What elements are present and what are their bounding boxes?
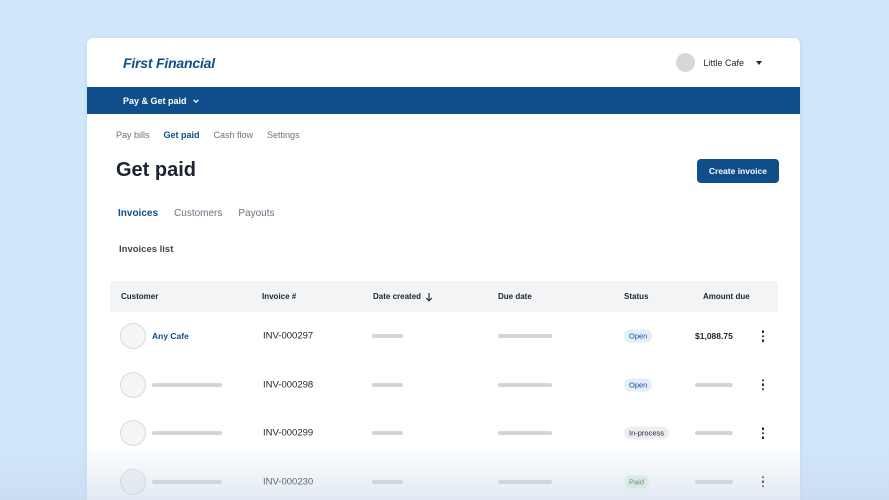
due-date-placeholder xyxy=(498,382,552,387)
date-created-placeholder xyxy=(372,479,403,484)
subnav-settings[interactable]: Settings xyxy=(267,130,300,142)
customer-name-placeholder xyxy=(152,479,222,484)
column-due-date[interactable]: Due date xyxy=(498,292,532,301)
page-title: Get paid xyxy=(116,159,197,181)
status-badge: Open xyxy=(624,329,653,343)
status-badge: Paid xyxy=(624,475,650,489)
sub-navigation: Pay bills Get paid Cash flow Settings xyxy=(87,130,800,142)
date-created-placeholder xyxy=(372,382,403,387)
tab-invoices[interactable]: Invoices xyxy=(118,208,158,226)
user-name: Little Cafe xyxy=(703,57,744,68)
date-created-placeholder xyxy=(372,431,403,436)
table-header: Customer Invoice # Date created Due date… xyxy=(110,281,778,312)
chevron-down-icon xyxy=(192,98,199,103)
subnav-pay-bills[interactable]: Pay bills xyxy=(116,130,150,142)
amount-placeholder xyxy=(695,431,733,436)
table-row[interactable]: Any Cafe INV-000297 Open $1,088.75 xyxy=(110,312,778,361)
subnav-get-paid[interactable]: Get paid xyxy=(164,130,200,142)
tab-payouts[interactable]: Payouts xyxy=(238,208,274,226)
customer-name-placeholder xyxy=(152,431,222,436)
customer-name-placeholder xyxy=(152,382,222,387)
date-created-placeholder xyxy=(372,334,403,339)
nav-menu-label: Pay & Get paid xyxy=(123,95,187,106)
due-date-placeholder xyxy=(498,431,552,436)
tab-customers[interactable]: Customers xyxy=(174,208,222,226)
user-menu[interactable]: Little Cafe xyxy=(676,53,762,72)
amount-due: $1,088.75 xyxy=(695,331,733,342)
invoice-number: INV-000299 xyxy=(263,427,314,439)
subnav-cash-flow[interactable]: Cash flow xyxy=(214,130,254,142)
kebab-menu-icon[interactable] xyxy=(760,427,766,439)
column-invoice[interactable]: Invoice # xyxy=(262,292,296,301)
user-avatar xyxy=(676,53,696,72)
create-invoice-button[interactable]: Create invoice xyxy=(696,159,779,183)
customer-name[interactable]: Any Cafe xyxy=(152,331,189,341)
invoice-number: INV-000298 xyxy=(263,379,314,391)
column-status[interactable]: Status xyxy=(624,292,648,301)
table-row[interactable]: INV-000298 Open xyxy=(110,361,778,410)
kebab-menu-icon[interactable] xyxy=(760,379,766,391)
table-row[interactable]: INV-000299 In-process xyxy=(110,409,778,458)
invoice-number: INV-000297 xyxy=(263,330,314,342)
kebab-menu-icon[interactable] xyxy=(760,476,766,488)
tabs: Invoices Customers Payouts xyxy=(87,208,800,226)
app-window: First Financial Little Cafe Pay & Get pa… xyxy=(87,38,800,500)
caret-down-icon xyxy=(756,60,762,65)
pay-get-paid-menu[interactable]: Pay & Get paid xyxy=(123,96,200,106)
customer-avatar xyxy=(120,323,146,350)
amount-placeholder xyxy=(695,479,733,484)
customer-avatar xyxy=(120,420,146,447)
table-row[interactable]: INV-000230 Paid xyxy=(110,458,778,500)
brand-logo[interactable]: First Financial xyxy=(123,55,215,71)
due-date-placeholder xyxy=(498,334,552,339)
due-date-placeholder xyxy=(498,479,552,484)
customer-avatar xyxy=(120,371,146,398)
top-bar: First Financial Little Cafe xyxy=(87,38,800,87)
amount-placeholder xyxy=(695,382,733,387)
main-navbar: Pay & Get paid xyxy=(87,87,800,114)
column-date-created-label: Date created xyxy=(373,292,422,301)
column-date-created[interactable]: Date created xyxy=(373,292,433,302)
column-amount-due[interactable]: Amount due xyxy=(703,292,750,301)
invoices-table: Customer Invoice # Date created Due date… xyxy=(110,281,778,500)
status-badge: Open xyxy=(624,378,653,392)
customer-avatar xyxy=(120,468,146,495)
arrow-down-icon xyxy=(425,292,433,302)
status-badge: In-process xyxy=(624,426,670,440)
list-title: Invoices list xyxy=(119,244,174,255)
invoice-number: INV-000230 xyxy=(263,476,314,488)
kebab-menu-icon[interactable] xyxy=(760,330,766,342)
title-row: Get paid Create invoice xyxy=(87,142,800,202)
column-customer[interactable]: Customer xyxy=(121,292,158,301)
